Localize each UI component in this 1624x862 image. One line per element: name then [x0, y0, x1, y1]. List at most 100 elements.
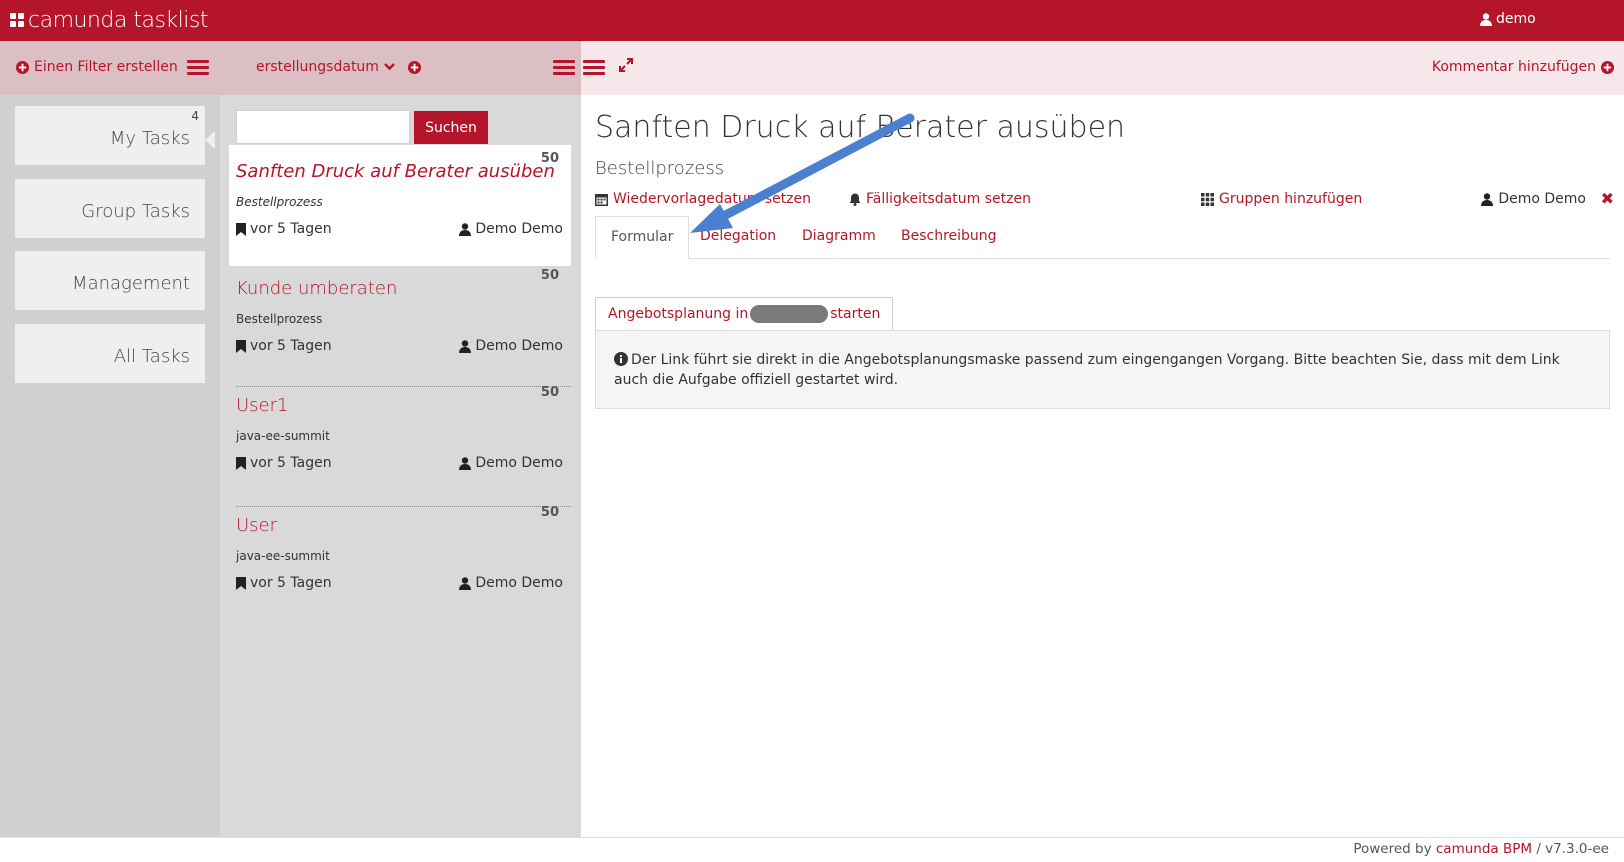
user-icon [459, 576, 472, 590]
task-title: Sanften Druck auf Berater ausüben [595, 110, 1126, 145]
filter-label: My Tasks [109, 128, 190, 149]
task-item[interactable]: 50 Kunde umberaten Bestellprozess vor 5 … [229, 262, 571, 383]
add-groups-label: Gruppen hinzufügen [1219, 191, 1363, 207]
top-navbar: camunda tasklist demo [0, 0, 1624, 41]
create-filter-label: Einen Filter erstellen [34, 59, 178, 75]
user-icon [459, 339, 472, 353]
task-detail-header: Kommentar hinzufügen [581, 41, 1624, 95]
task-process-name: Bestellprozess [595, 158, 725, 179]
filter-item-group-tasks[interactable]: Group Tasks [15, 179, 205, 238]
start-offer-planning-suffix: starten [830, 306, 881, 322]
start-offer-planning-prefix: Angebotsplanung in [608, 306, 749, 322]
task-created-text: vor 5 Tagen [250, 455, 332, 471]
task-created: vor 5 Tagen [236, 338, 332, 354]
filter-count: 4 [191, 109, 199, 123]
task-assignee-display[interactable]: Demo Demo [1481, 191, 1586, 207]
task-name: User [236, 515, 278, 536]
task-created: vor 5 Tagen [236, 455, 332, 471]
task-process: Bestellprozess [236, 195, 323, 209]
plus-circle-icon [1601, 60, 1614, 74]
add-sort-icon[interactable] [407, 60, 421, 74]
task-name: User1 [236, 395, 289, 416]
camunda-logo-icon [10, 13, 24, 27]
task-list-panel: erstellungsdatum Suchen 50 Sanften Druck… [220, 41, 581, 837]
task-process: Bestellprozess [236, 312, 323, 326]
task-item[interactable]: 50 User1 java-ee-summit vor 5 Tagen Demo… [229, 379, 571, 500]
task-created-text: vor 5 Tagen [250, 221, 332, 237]
info-icon [614, 352, 628, 366]
filter-item-my-tasks[interactable]: 4 My Tasks [15, 106, 205, 165]
user-name: demo [1496, 11, 1536, 27]
tab-formular[interactable]: Formular [595, 216, 690, 259]
user-menu[interactable]: demo [1480, 11, 1536, 27]
task-assignee-name: Demo Demo [1498, 191, 1586, 207]
set-due-date-link[interactable]: Fälligkeitsdatum setzen [849, 191, 1031, 207]
tab-beschreibung[interactable]: Beschreibung [886, 216, 1012, 259]
footer: Powered by camunda BPM / v7.3.0-ee [0, 837, 1624, 862]
filter-item-management[interactable]: Management [15, 251, 205, 310]
user-icon [459, 456, 472, 470]
filter-item-all-tasks[interactable]: All Tasks [15, 324, 205, 383]
add-comment-link[interactable]: Kommentar hinzufügen [1432, 59, 1614, 75]
user-icon [1481, 192, 1494, 206]
task-search-input[interactable] [236, 110, 410, 144]
brand-logo[interactable]: camunda tasklist [10, 6, 208, 34]
redacted-text [750, 305, 829, 323]
bell-icon [849, 193, 861, 206]
tasklist-collapse-menu-icon[interactable] [553, 60, 575, 76]
filter-collapse-menu-icon[interactable] [187, 60, 209, 76]
set-due-date-label: Fälligkeitsdatum setzen [866, 191, 1031, 207]
detail-collapse-menu-icon[interactable] [583, 60, 605, 76]
task-assignee: Demo Demo [459, 575, 563, 591]
task-assignee-text: Demo Demo [475, 338, 563, 354]
task-detail-panel: Kommentar hinzufügen Sanften Druck auf B… [581, 41, 1624, 837]
filter-sidebar-header: Einen Filter erstellen [0, 41, 220, 95]
bookmark-icon [236, 222, 246, 236]
search-button[interactable]: Suchen [414, 111, 488, 144]
task-priority: 50 [540, 268, 559, 283]
task-name: Kunde umberaten [236, 278, 398, 299]
task-assignee-text: Demo Demo [475, 455, 563, 471]
task-list-header: erstellungsdatum [220, 41, 581, 95]
active-filter-pointer [205, 131, 215, 149]
filter-label: Group Tasks [81, 201, 190, 222]
sort-dropdown[interactable]: erstellungsdatum [256, 59, 421, 75]
task-created-text: vor 5 Tagen [250, 338, 332, 354]
task-item[interactable]: 50 User java-ee-summit vor 5 Tagen Demo … [229, 499, 571, 620]
info-message: Der Link führt sie direkt in die Angebot… [595, 330, 1610, 409]
sort-label: erstellungsdatum [256, 59, 379, 75]
bookmark-icon [236, 576, 246, 590]
task-assignee: Demo Demo [459, 338, 563, 354]
task-assignee-text: Demo Demo [475, 575, 563, 591]
footer-text: Powered by camunda BPM / v7.3.0-ee [1353, 841, 1609, 857]
task-assignee: Demo Demo [459, 221, 563, 237]
info-message-text: Der Link führt sie direkt in die Angebot… [614, 352, 1560, 388]
user-icon [1480, 12, 1492, 26]
task-priority: 50 [540, 505, 559, 520]
calendar-icon [595, 193, 608, 206]
task-created: vor 5 Tagen [236, 575, 332, 591]
remove-assignee-icon[interactable]: ✖ [1601, 189, 1614, 208]
tab-diagramm[interactable]: Diagramm [787, 216, 891, 259]
add-comment-label: Kommentar hinzufügen [1431, 59, 1596, 75]
expand-icon[interactable] [618, 57, 634, 73]
filter-label: All Tasks [113, 346, 190, 367]
create-filter-link[interactable]: Einen Filter erstellen [16, 59, 178, 75]
add-groups-link[interactable]: Gruppen hinzufügen [1201, 191, 1362, 207]
task-priority: 50 [540, 385, 559, 400]
set-followup-date-label: Wiedervorlagedatum setzen [613, 191, 812, 207]
chevron-down-icon [384, 63, 395, 71]
grid-icon [1201, 192, 1214, 206]
footer-prefix: Powered by [1353, 841, 1432, 857]
start-offer-planning-button[interactable]: Angebotsplanung in starten [595, 297, 894, 331]
set-followup-date-link[interactable]: Wiedervorlagedatum setzen [595, 191, 811, 207]
task-item-active[interactable]: 50 Sanften Druck auf Berater ausüben Bes… [229, 145, 571, 266]
tab-delegation[interactable]: Delegation [685, 216, 791, 259]
brand-text: camunda tasklist [28, 7, 208, 33]
detail-tabs: Formular Delegation Diagramm Beschreibun… [595, 216, 1610, 259]
task-process: java-ee-summit [236, 549, 330, 563]
camunda-bpm-link[interactable]: camunda BPM [1436, 841, 1532, 857]
footer-version: / v7.3.0-ee [1536, 841, 1609, 857]
task-created-text: vor 5 Tagen [250, 575, 332, 591]
task-name: Sanften Druck auf Berater ausüben [236, 161, 555, 182]
